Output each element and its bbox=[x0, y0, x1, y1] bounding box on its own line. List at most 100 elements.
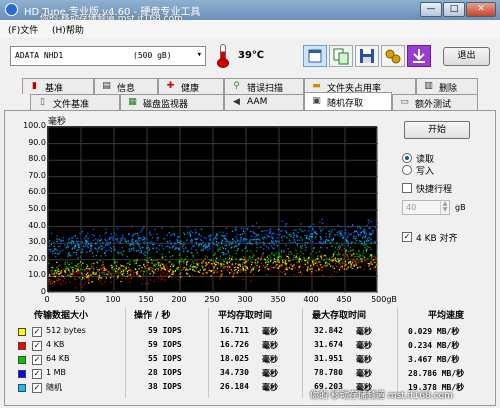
align-checkbox[interactable]: ✓ bbox=[402, 232, 412, 242]
scatter-point bbox=[151, 236, 153, 239]
scatter-point bbox=[100, 269, 102, 271]
scatter-point bbox=[103, 246, 105, 249]
scatter-point bbox=[60, 270, 63, 272]
scatter-point bbox=[102, 242, 104, 244]
y-tick-label: 70.0 bbox=[28, 170, 46, 180]
scatter-point bbox=[130, 243, 132, 246]
row-checkbox[interactable]: ✓ bbox=[32, 383, 42, 393]
download-icon[interactable] bbox=[407, 45, 431, 67]
tab-extra-tests[interactable]: ▭ 额外测试 bbox=[392, 94, 478, 110]
tab-file-benchmark[interactable]: ▯ 文件基准 bbox=[30, 94, 120, 110]
scatter-point bbox=[324, 241, 326, 243]
row-checkbox[interactable]: ✓ bbox=[32, 327, 42, 337]
scatter-point bbox=[125, 266, 127, 268]
scatter-point bbox=[68, 269, 70, 271]
scatter-point bbox=[81, 248, 84, 251]
tab-info[interactable]: ▤ 信息 bbox=[94, 78, 158, 94]
save-icon[interactable] bbox=[355, 45, 379, 67]
scatter-point bbox=[310, 237, 313, 239]
scatter-point bbox=[320, 229, 322, 232]
tab-disk-monitor[interactable]: ▦ 磁盘监视器 bbox=[120, 94, 224, 110]
scatter-point bbox=[365, 232, 367, 235]
scatter-point bbox=[81, 230, 83, 233]
short-stroke-spinner[interactable]: 40 ▲ ▼ bbox=[402, 200, 450, 215]
row-checkbox[interactable]: ✓ bbox=[32, 355, 42, 365]
scatter-point bbox=[53, 248, 56, 250]
drive-select[interactable]: ADATA NHD1 (500 gB) ▾ bbox=[10, 46, 206, 66]
tab-error-scan[interactable]: ⚲ 错误扫描 bbox=[224, 78, 304, 94]
y-tick-label: 90.0 bbox=[28, 137, 46, 147]
scatter-point bbox=[75, 251, 77, 254]
scatter-point bbox=[280, 256, 282, 259]
scatter-point bbox=[142, 273, 145, 275]
close-button[interactable]: ✕ bbox=[466, 2, 496, 17]
y-tick-label: 60.0 bbox=[28, 187, 46, 197]
tools-icon[interactable] bbox=[381, 45, 405, 67]
read-radio[interactable] bbox=[402, 153, 412, 163]
scatter-point bbox=[349, 247, 351, 249]
scatter-point bbox=[238, 243, 240, 245]
scatter-point bbox=[243, 232, 245, 234]
tab-label: 信息 bbox=[117, 84, 136, 94]
scatter-point bbox=[226, 266, 228, 268]
scatter-point bbox=[117, 269, 119, 271]
write-radio[interactable] bbox=[402, 165, 412, 175]
window-icon[interactable] bbox=[303, 45, 327, 67]
scatter-point bbox=[309, 266, 311, 268]
start-button[interactable]: 开始 bbox=[404, 121, 470, 139]
scatter-point bbox=[186, 273, 189, 275]
scatter-point bbox=[271, 240, 273, 242]
scatter-point bbox=[374, 257, 377, 259]
scatter-point bbox=[243, 258, 245, 261]
scatter-point bbox=[87, 276, 89, 278]
menu-help[interactable]: (H)帮助 bbox=[52, 23, 84, 36]
scatter-point bbox=[153, 242, 155, 244]
x-tick-label: 0 bbox=[44, 295, 50, 304]
scatter-point bbox=[205, 255, 207, 257]
scatter-point bbox=[177, 241, 179, 243]
scatter-point bbox=[300, 255, 302, 257]
scatter-point bbox=[61, 275, 63, 277]
scatter-point bbox=[149, 279, 151, 281]
scatter-point bbox=[360, 231, 362, 234]
tab-delete[interactable]: ▥ 删除 bbox=[416, 78, 478, 94]
scatter-point bbox=[143, 238, 145, 240]
row-checkbox[interactable]: ✓ bbox=[32, 341, 42, 351]
scatter-point bbox=[122, 236, 124, 238]
tab-health[interactable]: ✚ 健康 bbox=[158, 78, 224, 94]
scatter-point bbox=[241, 233, 244, 235]
scatter-point bbox=[374, 261, 376, 264]
scatter-point bbox=[262, 265, 265, 267]
menu-file[interactable]: (F)文件 bbox=[8, 23, 38, 36]
scatter-point bbox=[157, 268, 159, 270]
scatter-point bbox=[52, 250, 54, 253]
scatter-point bbox=[314, 269, 317, 271]
scatter-point bbox=[321, 258, 323, 261]
maximize-button[interactable]: □ bbox=[443, 2, 465, 17]
scatter-point bbox=[366, 245, 369, 248]
scatter-point bbox=[315, 236, 317, 238]
scatter-point bbox=[79, 232, 81, 235]
scatter-point bbox=[371, 263, 373, 265]
scatter-point bbox=[99, 267, 102, 269]
row-checkbox[interactable]: ✓ bbox=[32, 369, 42, 379]
scatter-point bbox=[205, 265, 207, 267]
x-tick-label: 100 bbox=[105, 295, 121, 304]
scatter-point bbox=[281, 251, 283, 253]
tab-aam[interactable]: ◀ AAM bbox=[224, 94, 304, 110]
minimize-button[interactable]: — bbox=[420, 2, 442, 17]
scatter-point bbox=[370, 233, 372, 236]
tab-random-access[interactable]: ▣ 随机存取 bbox=[304, 92, 392, 110]
scatter-point bbox=[147, 247, 149, 249]
short-stroke-checkbox[interactable] bbox=[402, 183, 412, 193]
scatter-point bbox=[332, 255, 334, 258]
tab-benchmark[interactable]: ▮ 基准 bbox=[22, 78, 94, 94]
exit-button[interactable]: 退出 bbox=[443, 47, 490, 66]
menu-file-label: 文件 bbox=[20, 26, 39, 36]
scatter-point bbox=[377, 266, 379, 268]
spinner-arrows-icon[interactable]: ▲ ▼ bbox=[440, 201, 449, 214]
copy-icon[interactable] bbox=[329, 45, 353, 67]
scatter-point bbox=[143, 242, 145, 244]
scatter-point bbox=[143, 227, 145, 229]
scatter-point bbox=[147, 261, 149, 264]
